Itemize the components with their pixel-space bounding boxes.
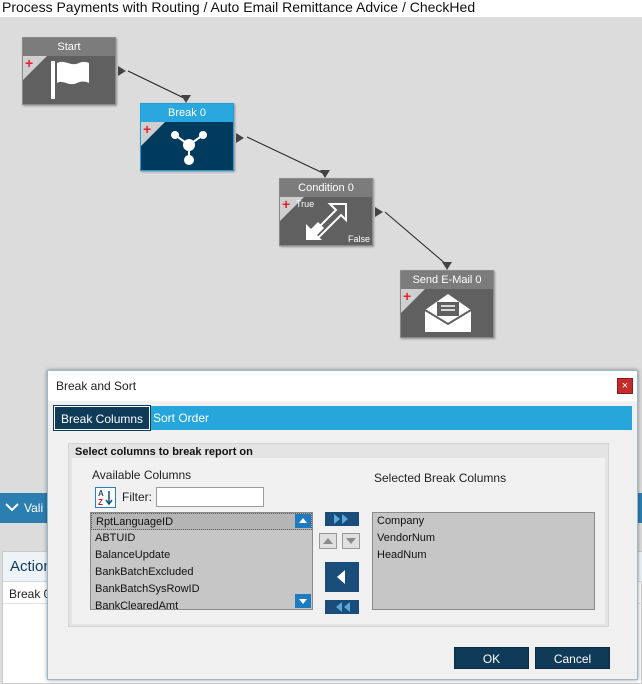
- list-item[interactable]: VendorNum: [373, 530, 594, 547]
- split-arrows-icon: [306, 203, 347, 240]
- validation-label: Vali: [24, 501, 44, 515]
- output-port[interactable]: [236, 133, 244, 143]
- input-port[interactable]: [442, 262, 452, 270]
- node-title: Condition 0: [280, 179, 372, 197]
- available-columns-list[interactable]: RptLanguageID ABTUID BalanceUpdate BankB…: [90, 512, 313, 610]
- sort-az-button[interactable]: A Z: [95, 487, 116, 508]
- list-item[interactable]: BankBatchSysRowID: [91, 581, 312, 598]
- output-port[interactable]: [118, 66, 126, 76]
- send-email-node[interactable]: Send E-Mail 0 +: [400, 270, 494, 338]
- add-icon[interactable]: +: [25, 56, 33, 70]
- move-up-button[interactable]: [319, 533, 337, 549]
- false-label: False: [347, 234, 370, 244]
- arrow-left-icon: [337, 570, 345, 584]
- double-arrow-left-icon: [336, 602, 350, 612]
- sort-az-icon: A Z: [98, 489, 113, 507]
- list-item[interactable]: BankBatchExcluded: [91, 564, 312, 581]
- move-down-button[interactable]: [342, 533, 360, 549]
- input-port[interactable]: [320, 170, 330, 178]
- input-port[interactable]: [181, 95, 191, 103]
- arrow-up-icon: [299, 518, 307, 523]
- output-port[interactable]: [375, 207, 383, 217]
- node-title: Send E-Mail 0: [401, 271, 493, 289]
- tab-bar: Break Columns Sort Order: [52, 405, 632, 431]
- group-title: Select columns to break report on: [75, 446, 253, 458]
- list-item[interactable]: RptLanguageID: [91, 513, 312, 530]
- arrow-up-icon: [323, 538, 333, 544]
- node-title: Start: [23, 38, 115, 56]
- ok-button[interactable]: OK: [454, 647, 529, 669]
- tree-icon: [171, 131, 207, 165]
- list-item[interactable]: Company: [373, 513, 594, 530]
- tab-sort-order[interactable]: Sort Order: [147, 406, 215, 430]
- filter-input[interactable]: [156, 487, 264, 507]
- list-item[interactable]: HeadNum: [373, 547, 594, 564]
- dialog-title: Break and Sort: [48, 371, 637, 401]
- breadcrumb: Process Payments with Routing / Auto Ema…: [0, 0, 642, 17]
- close-button[interactable]: ×: [617, 378, 633, 394]
- add-icon[interactable]: +: [403, 289, 411, 303]
- break-node[interactable]: Break 0 +: [140, 103, 234, 171]
- break-and-sort-dialog: Break and Sort × Break Columns Sort Orde…: [47, 370, 638, 680]
- arrow-down-icon: [299, 599, 307, 604]
- list-item[interactable]: BalanceUpdate: [91, 547, 312, 564]
- tab-break-columns[interactable]: Break Columns: [52, 405, 152, 431]
- remove-all-button[interactable]: [325, 600, 359, 614]
- break-columns-group: Select columns to break report on Availa…: [68, 443, 609, 627]
- selected-columns-label: Selected Break Columns: [374, 471, 507, 485]
- add-icon[interactable]: +: [282, 197, 290, 211]
- start-node[interactable]: Start +: [22, 37, 116, 105]
- selected-columns-list[interactable]: Company VendorNum HeadNum: [372, 512, 595, 610]
- condition-node[interactable]: Condition 0 + True False: [279, 178, 373, 246]
- available-columns-label: Available Columns: [92, 468, 192, 482]
- list-item[interactable]: ABTUID: [91, 530, 312, 547]
- node-title: Break 0: [141, 104, 233, 122]
- arrow-down-icon: [346, 538, 356, 544]
- svg-text:A: A: [98, 489, 104, 498]
- cancel-button[interactable]: Cancel: [535, 647, 610, 669]
- remove-button[interactable]: [325, 562, 359, 592]
- add-icon[interactable]: +: [143, 122, 151, 136]
- list-item[interactable]: BankClearedAmt: [91, 598, 312, 609]
- chevron-down-icon[interactable]: [4, 499, 20, 515]
- filter-label: Filter:: [122, 490, 152, 504]
- svg-text:Z: Z: [98, 498, 103, 507]
- flag-icon: [51, 61, 89, 99]
- scroll-up-button[interactable]: [295, 514, 311, 528]
- scroll-down-button[interactable]: [295, 594, 311, 608]
- add-all-button[interactable]: [325, 512, 359, 526]
- envelope-icon: [424, 294, 472, 332]
- double-arrow-right-icon: [334, 514, 348, 524]
